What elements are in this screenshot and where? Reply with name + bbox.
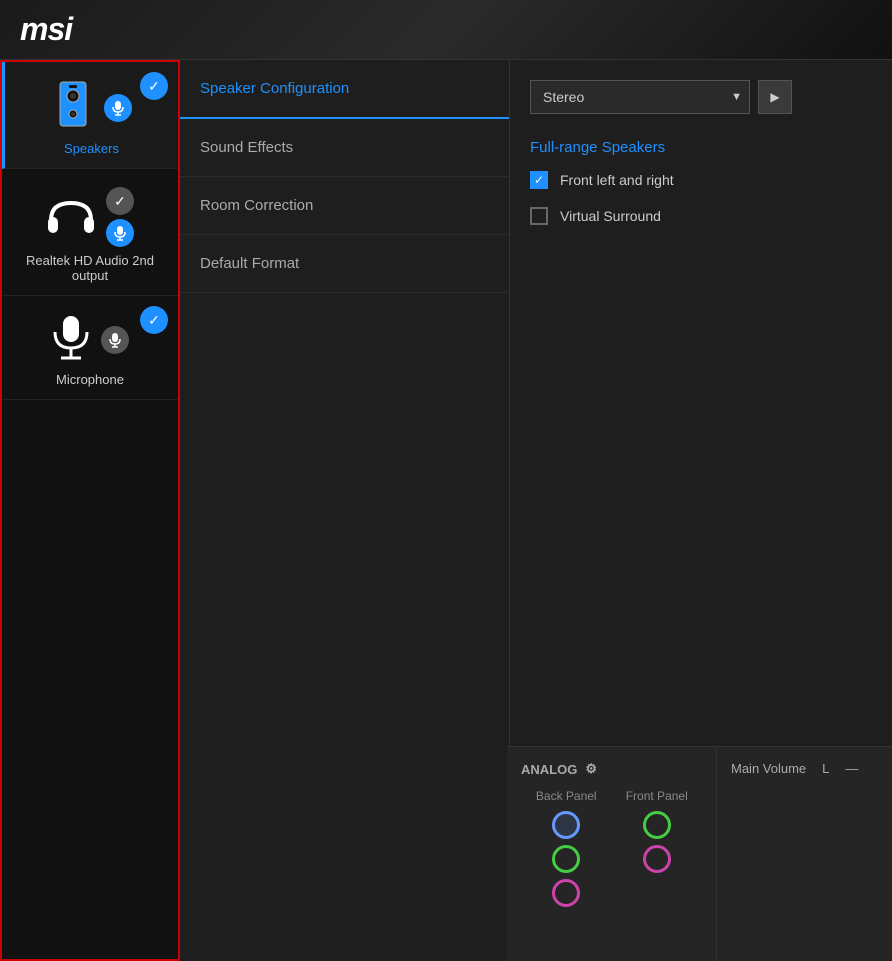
mic-badge-microphone <box>101 326 129 354</box>
sidebar: ✓ <box>0 60 180 961</box>
front-jack-pink[interactable] <box>643 845 671 873</box>
tab-speaker-configuration[interactable]: Speaker Configuration <box>180 60 509 119</box>
back-jack-green[interactable] <box>552 845 580 873</box>
next-arrow-button[interactable]: ▶ <box>758 80 792 114</box>
bottom-panel: ANALOG ⚙ Back Panel <box>507 746 892 961</box>
sidebar-item-microphone[interactable]: ✓ Microphone <box>2 296 178 400</box>
realtek-icon-row: ✓ <box>46 187 134 247</box>
front-jack-green[interactable] <box>643 811 671 839</box>
front-panel-label: Front Panel <box>612 789 703 803</box>
check-badge-microphone: ✓ <box>140 306 168 334</box>
sidebar-item-speakers[interactable]: ✓ <box>2 62 178 169</box>
volume-header-row: Main Volume L — <box>731 761 878 776</box>
tab-room-correction[interactable]: Room Correction <box>180 177 509 235</box>
back-jack-pink[interactable] <box>552 879 580 907</box>
front-jack-green-container <box>612 811 703 839</box>
front-jack-pink-container <box>612 845 703 873</box>
front-lr-row: ✓ Front left and right <box>530 171 872 189</box>
microphone-label: Microphone <box>56 372 124 387</box>
dropdown-wrapper: Stereo Quadraphonic 5.1 Surround 7.1 Sur… <box>530 80 750 114</box>
tab-sound-effects[interactable]: Sound Effects <box>180 119 509 177</box>
microphone-icon-row: ✓ <box>51 314 129 366</box>
badges-col-microphone: ✓ <box>101 326 129 354</box>
volume-l-label: L <box>822 761 829 776</box>
content-area: Speaker Configuration Sound Effects Room… <box>180 60 892 961</box>
main-volume-label: Main Volume <box>731 761 806 776</box>
analog-grid: Back Panel <box>521 789 702 913</box>
check-badge-speakers: ✓ <box>140 72 168 100</box>
virtual-surround-checkbox[interactable] <box>530 207 548 225</box>
back-panel-col: Back Panel <box>521 789 612 913</box>
front-lr-label: Front left and right <box>560 172 674 188</box>
tabs-container: Speaker Configuration Sound Effects Room… <box>180 60 510 961</box>
msi-logo: msi <box>20 11 72 48</box>
virtual-surround-label: Virtual Surround <box>560 208 661 224</box>
headphone-icon <box>46 195 96 240</box>
back-jack-blue-container <box>521 811 612 839</box>
microphone-icon <box>51 314 91 366</box>
analog-label: ANALOG <box>521 762 577 777</box>
badges-col-realtek: ✓ <box>106 187 134 247</box>
check-badge-realtek: ✓ <box>106 187 134 215</box>
back-jack-green-container <box>521 845 612 873</box>
stereo-dropdown[interactable]: Stereo Quadraphonic 5.1 Surround 7.1 Sur… <box>530 80 750 114</box>
front-lr-checkbox[interactable]: ✓ <box>530 171 548 189</box>
volume-dash-label: — <box>845 761 858 776</box>
sidebar-item-realtek[interactable]: ✓ Realtek HD Audio 2nd output <box>2 169 178 296</box>
front-panel-col: Front Panel <box>612 789 703 913</box>
gear-icon[interactable]: ⚙ <box>585 761 597 777</box>
mic-badge-realtek <box>106 219 134 247</box>
speakers-icon-row <box>52 80 132 135</box>
realtek-label: Realtek HD Audio 2nd output <box>12 253 168 283</box>
mic-badge-speakers <box>104 94 132 122</box>
main-volume-section: Main Volume L — <box>717 747 892 961</box>
dropdown-container: Stereo Quadraphonic 5.1 Surround 7.1 Sur… <box>530 80 872 114</box>
speaker-icon <box>52 80 94 135</box>
analog-section: ANALOG ⚙ Back Panel <box>507 747 717 961</box>
back-jack-pink-container <box>521 879 612 907</box>
virtual-surround-row: Virtual Surround <box>530 207 872 225</box>
app-header: msi <box>0 0 892 60</box>
tab-default-format[interactable]: Default Format <box>180 235 509 293</box>
main-container: ✓ <box>0 60 892 961</box>
speakers-label: Speakers <box>64 141 119 156</box>
back-panel-label: Back Panel <box>521 789 612 803</box>
full-range-section-title: Full-range Speakers <box>530 139 872 156</box>
analog-header: ANALOG ⚙ <box>521 761 702 777</box>
badges-col-speakers <box>104 94 132 122</box>
back-jack-blue[interactable] <box>552 811 580 839</box>
